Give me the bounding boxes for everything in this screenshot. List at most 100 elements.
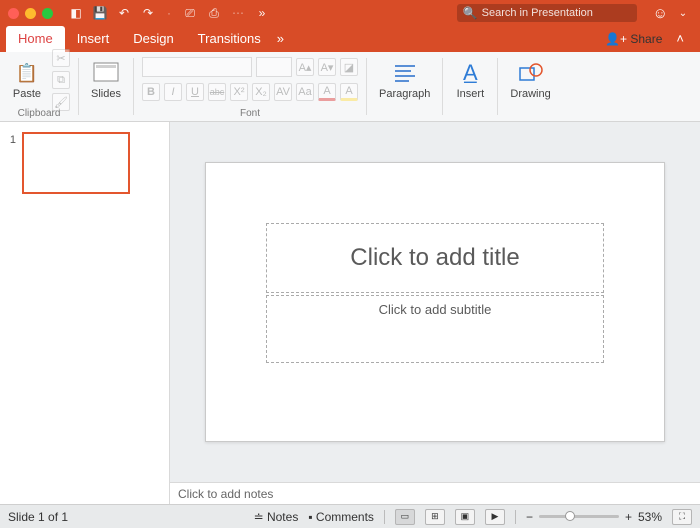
tab-insert[interactable]: Insert bbox=[65, 26, 122, 52]
slide-indicator: Slide 1 of 1 bbox=[8, 510, 68, 524]
notes-toggle-label: Notes bbox=[267, 510, 298, 524]
search-input[interactable] bbox=[482, 7, 631, 19]
thumbnail-row[interactable]: 1 bbox=[6, 132, 163, 194]
zoom-window-button[interactable] bbox=[42, 8, 53, 19]
char-spacing-button[interactable]: AV bbox=[274, 83, 292, 101]
titlebar: ◧ 💾 ↶ ↷ · ⎚ ⎙ ⋯ » 🔍 ☺ ⌄ bbox=[0, 0, 700, 26]
bold-button[interactable]: B bbox=[142, 83, 160, 101]
normal-view-button[interactable]: ▭ bbox=[395, 509, 415, 525]
new-slide-icon bbox=[91, 60, 121, 86]
statusbar: Slide 1 of 1 ≐ Notes ▪ Comments ▭ ⊞ ▣ ▶ … bbox=[0, 504, 700, 528]
font-color-button[interactable]: A bbox=[318, 83, 336, 101]
search-icon: 🔍 bbox=[463, 6, 478, 20]
paragraph-icon bbox=[390, 60, 420, 86]
workspace: 1 Click to add title Click to add subtit… bbox=[0, 122, 700, 504]
titlebar-chevron-icon[interactable]: ⌄ bbox=[674, 4, 692, 22]
collapse-ribbon-icon[interactable]: ˄ bbox=[676, 31, 684, 46]
notes-toggle[interactable]: ≐ Notes bbox=[254, 510, 299, 524]
save-icon[interactable]: 💾 bbox=[91, 4, 109, 22]
zoom-control: − + 53% bbox=[526, 510, 662, 524]
status-divider bbox=[515, 510, 516, 524]
font-family-select[interactable] bbox=[142, 57, 252, 77]
slides-label: Slides bbox=[91, 88, 121, 100]
subtitle-placeholder[interactable]: Click to add subtitle bbox=[266, 295, 604, 363]
paragraph-button[interactable]: Paragraph bbox=[375, 58, 434, 102]
title-placeholder[interactable]: Click to add title bbox=[266, 223, 604, 293]
clear-formatting-button[interactable]: ◪ bbox=[340, 58, 358, 76]
zoom-out-button[interactable]: − bbox=[526, 510, 533, 524]
copy-icon[interactable]: ⧉ bbox=[52, 71, 70, 89]
share-button[interactable]: 👤+ Share bbox=[605, 32, 662, 46]
reading-view-button[interactable]: ▣ bbox=[455, 509, 475, 525]
fit-to-window-button[interactable]: ⛶ bbox=[672, 509, 692, 525]
group-drawing-label bbox=[529, 108, 532, 119]
cut-icon[interactable]: ✂ bbox=[52, 49, 70, 67]
group-drawing: Drawing bbox=[498, 52, 562, 121]
quick-more-icon[interactable]: ⋯ bbox=[229, 4, 247, 22]
titlebar-overflow-icon[interactable]: » bbox=[253, 4, 271, 22]
slide-thumbnail-1[interactable] bbox=[22, 132, 130, 194]
shapes-icon bbox=[516, 60, 546, 86]
window-controls bbox=[8, 8, 53, 19]
thumbnail-number: 1 bbox=[6, 132, 16, 194]
quick-preview-icon[interactable]: ⎙ bbox=[205, 4, 223, 22]
insert-label: Insert bbox=[457, 88, 485, 100]
search-field[interactable]: 🔍 bbox=[457, 4, 637, 22]
clipboard-icon: 📋 bbox=[12, 60, 42, 86]
group-paragraph-label bbox=[403, 108, 406, 119]
group-font: A▴ A▾ ◪ B I U abc X² X₂ AV Aa A A Font bbox=[134, 52, 366, 121]
toolbar-separator: · bbox=[167, 6, 171, 20]
drawing-label: Drawing bbox=[510, 88, 550, 100]
textbox-icon: A̲ bbox=[455, 60, 485, 86]
ribbon: 📋 Paste ✂ ⧉ 🖌 Clipboard Slides bbox=[0, 52, 700, 122]
share-label: Share bbox=[630, 32, 662, 46]
group-slides: Slides bbox=[79, 52, 133, 121]
autosave-icon[interactable]: ◧ bbox=[67, 4, 85, 22]
insert-button[interactable]: A̲ Insert bbox=[451, 58, 489, 102]
paste-label: Paste bbox=[13, 88, 41, 100]
sorter-view-button[interactable]: ⊞ bbox=[425, 509, 445, 525]
shrink-font-button[interactable]: A▾ bbox=[318, 58, 336, 76]
slides-button[interactable]: Slides bbox=[87, 58, 125, 102]
close-window-button[interactable] bbox=[8, 8, 19, 19]
slide-thumbnails-panel[interactable]: 1 bbox=[0, 122, 170, 504]
notes-pane[interactable]: Click to add notes bbox=[170, 482, 700, 504]
font-size-select[interactable] bbox=[256, 57, 292, 77]
minimize-window-button[interactable] bbox=[25, 8, 36, 19]
status-divider bbox=[384, 510, 385, 524]
italic-button[interactable]: I bbox=[164, 83, 182, 101]
paste-button[interactable]: 📋 Paste bbox=[8, 58, 46, 102]
zoom-percent[interactable]: 53% bbox=[638, 510, 662, 524]
group-insert: A̲ Insert bbox=[443, 52, 497, 121]
paragraph-label: Paragraph bbox=[379, 88, 430, 100]
group-paragraph: Paragraph bbox=[367, 52, 442, 121]
canvas-area: Click to add title Click to add subtitle… bbox=[170, 122, 700, 504]
superscript-button[interactable]: X² bbox=[230, 83, 248, 101]
quick-print-icon[interactable]: ⎚ bbox=[181, 4, 199, 22]
zoom-slider[interactable] bbox=[539, 515, 619, 518]
drawing-button[interactable]: Drawing bbox=[506, 58, 554, 102]
group-slides-label bbox=[105, 108, 108, 119]
tab-transitions[interactable]: Transitions bbox=[186, 26, 273, 52]
canvas-padding[interactable]: Click to add title Click to add subtitle bbox=[170, 122, 700, 482]
format-painter-icon[interactable]: 🖌 bbox=[52, 93, 70, 111]
comments-toggle-label: Comments bbox=[316, 510, 374, 524]
underline-button[interactable]: U bbox=[186, 83, 204, 101]
slide-canvas[interactable]: Click to add title Click to add subtitle bbox=[205, 162, 665, 442]
tab-overflow[interactable]: » bbox=[277, 31, 284, 52]
zoom-slider-thumb[interactable] bbox=[565, 511, 575, 521]
zoom-in-button[interactable]: + bbox=[625, 510, 632, 524]
feedback-smiley-icon[interactable]: ☺ bbox=[653, 5, 668, 22]
slideshow-view-button[interactable]: ▶ bbox=[485, 509, 505, 525]
strikethrough-button[interactable]: abc bbox=[208, 83, 226, 101]
highlight-button[interactable]: A bbox=[340, 83, 358, 101]
change-case-button[interactable]: Aa bbox=[296, 83, 314, 101]
comments-toggle[interactable]: ▪ Comments bbox=[308, 510, 374, 524]
tab-design[interactable]: Design bbox=[121, 26, 185, 52]
group-insert-label bbox=[469, 108, 472, 119]
ribbon-tabbar: Home Insert Design Transitions » 👤+ Shar… bbox=[0, 26, 700, 52]
subscript-button[interactable]: X₂ bbox=[252, 83, 270, 101]
undo-icon[interactable]: ↶ bbox=[115, 4, 133, 22]
redo-icon[interactable]: ↷ bbox=[139, 4, 157, 22]
grow-font-button[interactable]: A▴ bbox=[296, 58, 314, 76]
